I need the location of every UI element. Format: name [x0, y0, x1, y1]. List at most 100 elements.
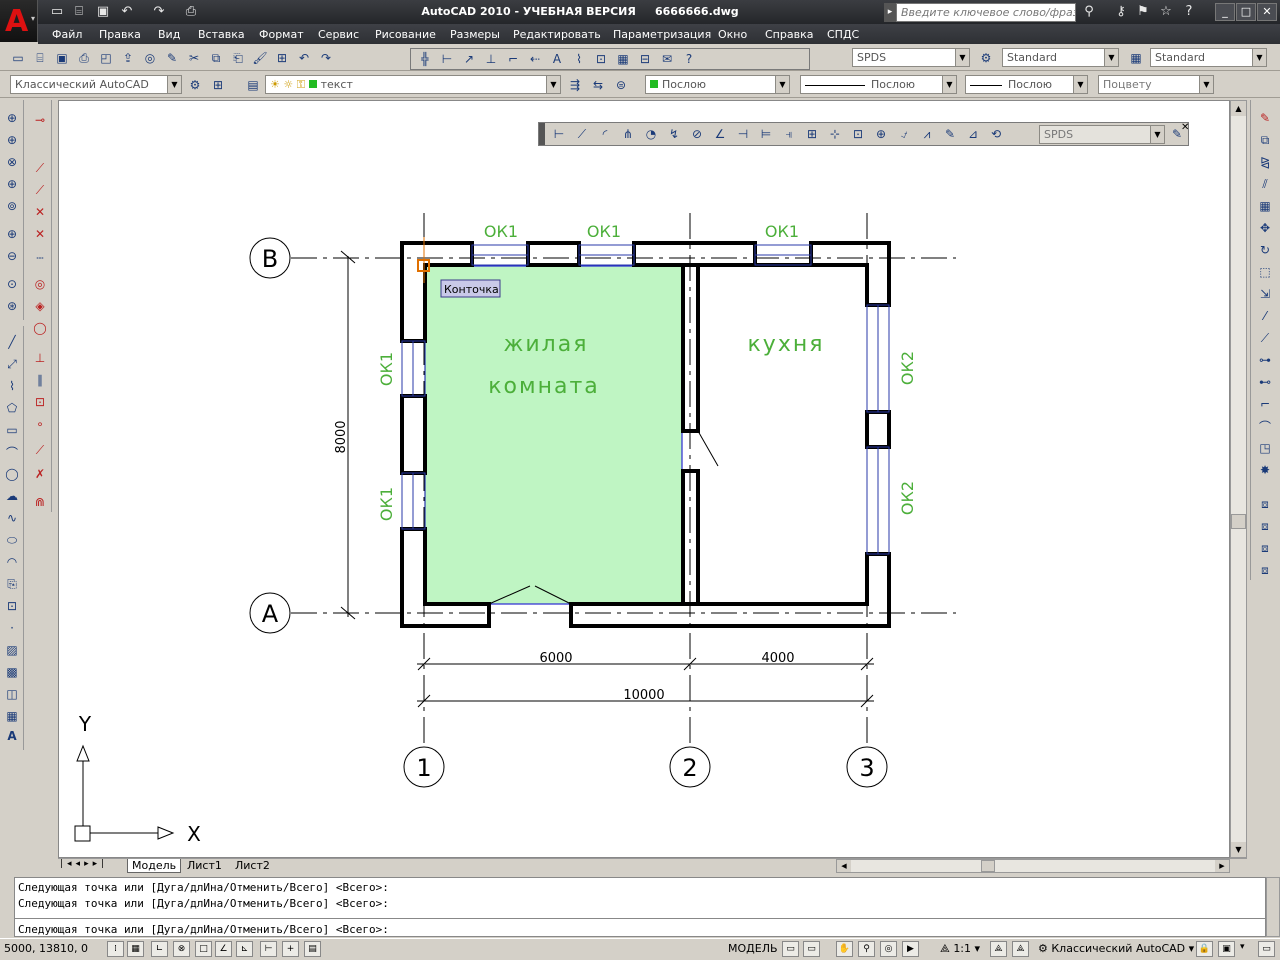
layer-previous-icon[interactable]: ⇆ — [588, 75, 608, 95]
snap-endpoint-icon[interactable]: ⟋ — [30, 158, 50, 178]
grid-mode-icon[interactable]: ▦ — [127, 941, 144, 957]
join-icon[interactable]: ⊷ — [1255, 372, 1275, 392]
draworder-below-icon[interactable]: ⧈ — [1255, 560, 1275, 580]
draworder-back-icon[interactable]: ⧈ — [1255, 516, 1275, 536]
blend-icon[interactable]: ◳ — [1255, 438, 1275, 458]
temp-track-icon[interactable]: ⊸ — [30, 110, 50, 130]
menu-file[interactable]: Файл — [52, 28, 82, 41]
workspace-settings-icon[interactable]: ⚙ — [185, 75, 205, 95]
draworder-above-icon[interactable]: ⧈ — [1255, 538, 1275, 558]
lock-icon[interactable]: 🔒 — [1196, 941, 1213, 957]
tab-layout1[interactable]: Лист1 — [183, 859, 226, 873]
ellipse-arc-icon[interactable]: ◠ — [2, 552, 22, 572]
chevron-down-icon[interactable]: ▼ — [1073, 76, 1087, 93]
polygon-icon[interactable]: ⬠ — [2, 398, 22, 418]
menu-format[interactable]: Формат — [259, 28, 304, 41]
match-properties-icon[interactable]: 🖌 — [250, 48, 270, 68]
chevron-down-icon[interactable]: ▼ — [955, 49, 969, 66]
minimize-button[interactable]: _ — [1215, 3, 1235, 21]
table-icon[interactable]: ▦ — [2, 706, 22, 726]
chamfer-icon[interactable]: ⌐ — [1255, 394, 1275, 414]
dim-arc-icon[interactable]: ◜ — [595, 124, 615, 144]
lineweight-display-icon[interactable]: + — [282, 941, 299, 957]
explode-icon[interactable]: ✸ — [1255, 460, 1275, 480]
zoom-icon[interactable]: ⚲ — [858, 941, 875, 957]
menu-spds[interactable]: СПДС — [827, 28, 859, 41]
block-editor-icon[interactable]: ⊞ — [272, 48, 292, 68]
ellipse-icon[interactable]: ⬭ — [2, 530, 22, 550]
object-snap-icon[interactable]: □ — [195, 941, 212, 957]
center-mark-icon[interactable]: ⊕ — [871, 124, 891, 144]
menu-insert[interactable]: Вставка — [198, 28, 245, 41]
insert-block-icon[interactable]: ⎘ — [2, 574, 22, 594]
text-style-combo[interactable]: SPDS ▼ — [852, 48, 970, 67]
etransmit-icon[interactable]: ✎ — [162, 48, 182, 68]
zoom-extents-icon[interactable]: ⊛ — [2, 296, 22, 316]
menu-parametric[interactable]: Параметризация — [613, 28, 711, 41]
dim-edit-icon[interactable]: ✎ — [940, 124, 960, 144]
model-space-toggle[interactable]: МОДЕЛЬ — [728, 942, 778, 955]
point-icon[interactable]: · — [2, 618, 22, 638]
application-menu-button[interactable]: A ▾ — [0, 0, 38, 42]
chevron-down-icon[interactable]: ▼ — [775, 76, 789, 93]
break-line-icon[interactable]: ⌇ — [569, 49, 589, 69]
scroll-down-icon[interactable]: ▼ — [1231, 842, 1246, 857]
menu-modify[interactable]: Редактировать — [513, 28, 601, 41]
level-mark-icon[interactable]: ⊥ — [481, 49, 501, 69]
zoom-object-icon[interactable]: ⊚ — [2, 196, 22, 216]
new-file-icon[interactable]: ▭ — [48, 3, 66, 21]
dynamic-ucs-icon[interactable]: ⊾ — [236, 941, 253, 957]
annotation-scale[interactable]: ⟁ 1:1 ▾ — [940, 942, 980, 956]
break-icon[interactable]: ⊶ — [1255, 350, 1275, 370]
table-style-combo[interactable]: Standard ▼ — [1150, 48, 1267, 67]
snap-insert-icon[interactable]: ⊡ — [30, 392, 50, 412]
chevron-down-icon[interactable]: ▼ — [1104, 49, 1118, 66]
jogged-linear-icon[interactable]: ⩘ — [917, 124, 937, 144]
leader-icon[interactable]: ↗ — [459, 49, 479, 69]
plot-style-combo[interactable]: Поцвету ▼ — [1098, 75, 1214, 94]
snap-parallel-icon[interactable]: ∥ — [30, 370, 50, 390]
open-icon[interactable]: ⌸ — [30, 48, 50, 68]
ortho-mode-icon[interactable]: ∟ — [151, 941, 168, 957]
inspection-icon[interactable]: ⍻ — [894, 124, 914, 144]
snap-tangent-icon[interactable]: ◯ — [30, 318, 50, 338]
scroll-up-icon[interactable]: ▲ — [1231, 101, 1246, 116]
workspace-combo[interactable]: Классический AutoCAD ▼ — [10, 75, 182, 94]
workspace-save-icon[interactable]: ⊞ — [208, 75, 228, 95]
showmotion-icon[interactable]: ▶ — [902, 941, 919, 957]
menu-dimension[interactable]: Размеры — [450, 28, 500, 41]
menu-help[interactable]: Справка — [765, 28, 813, 41]
undo-icon[interactable]: ↶ — [118, 3, 136, 21]
chevron-down-icon[interactable]: ▼ — [546, 76, 560, 93]
status-menu-icon[interactable]: ▾ — [1240, 942, 1245, 952]
snap-mode-icon[interactable]: ⁞ — [107, 941, 124, 957]
multiline-text-icon[interactable]: A — [2, 726, 22, 746]
snap-center-icon[interactable]: ◎ — [30, 274, 50, 294]
plot-preview-icon[interactable]: ◰ — [96, 48, 116, 68]
help-icon[interactable]: ? — [1180, 3, 1198, 21]
close-toolbar-icon[interactable]: ✕ — [1181, 122, 1189, 133]
zoom-window-icon[interactable]: ⊕ — [2, 108, 22, 128]
snap-intersection-icon[interactable]: ✕ — [30, 202, 50, 222]
dim-ordinate-icon[interactable]: ⋔ — [618, 124, 638, 144]
hscroll-thumb[interactable] — [981, 860, 995, 872]
zoom-in-icon[interactable]: ⊕ — [2, 224, 22, 244]
open-file-icon[interactable]: ⌸ — [70, 3, 88, 21]
rotate-icon[interactable]: ↻ — [1255, 240, 1275, 260]
hatch-icon[interactable]: ▨ — [2, 640, 22, 660]
chevron-down-icon[interactable]: ▼ — [1252, 49, 1266, 66]
3d-dwf-icon[interactable]: ◎ — [140, 48, 160, 68]
object-snap-tracking-icon[interactable]: ∠ — [215, 941, 232, 957]
dim-chain-icon[interactable]: ⊢ — [437, 49, 457, 69]
dim-radius-icon[interactable]: ◔ — [641, 124, 661, 144]
help-search-input[interactable]: Введите ключевое слово/фразу — [896, 3, 1076, 22]
chevron-down-icon[interactable]: ▼ — [167, 76, 181, 93]
auto-scale-icon[interactable]: ⟁ — [1012, 941, 1029, 957]
table-icon[interactable]: ▦ — [613, 49, 633, 69]
snap-apparent-icon[interactable]: ✕ — [30, 224, 50, 244]
layer-combo[interactable]: ☀ ☼ ⚿ текст ▼ — [265, 75, 561, 94]
redo-icon[interactable]: ↷ — [316, 48, 336, 68]
zoom-scale-icon[interactable]: ⊗ — [2, 152, 22, 172]
favorites-icon[interactable]: ☆ — [1157, 3, 1175, 21]
toolbar-grip[interactable] — [539, 123, 545, 145]
